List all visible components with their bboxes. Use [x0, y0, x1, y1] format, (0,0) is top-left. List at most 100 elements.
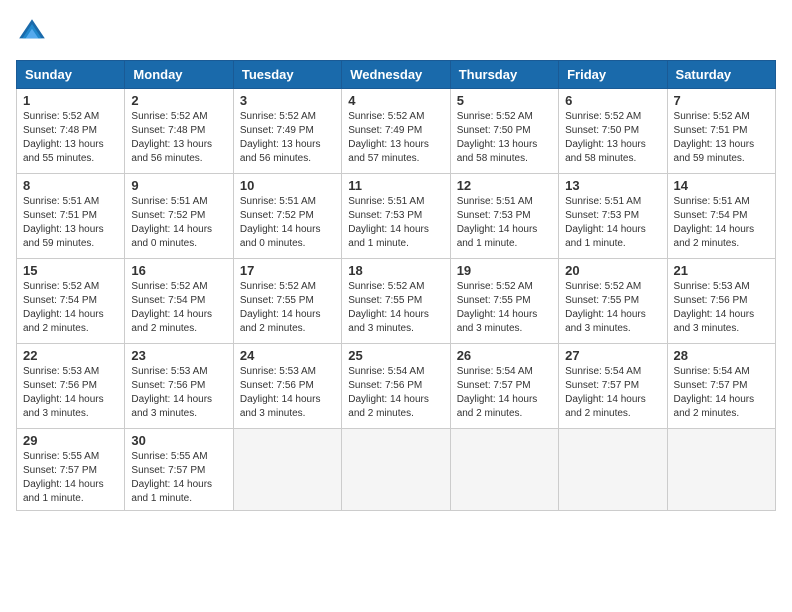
- week-row-1: 1Sunrise: 5:52 AMSunset: 7:48 PMDaylight…: [17, 89, 776, 174]
- cell-info: Sunrise: 5:54 AMSunset: 7:56 PMDaylight:…: [348, 366, 429, 419]
- cell-info: Sunrise: 5:51 AMSunset: 7:53 PMDaylight:…: [457, 196, 538, 249]
- cell-info: Sunrise: 5:51 AMSunset: 7:51 PMDaylight:…: [23, 196, 104, 249]
- cell-info: Sunrise: 5:52 AMSunset: 7:55 PMDaylight:…: [565, 281, 646, 334]
- calendar-cell: 12 Sunrise: 5:51 AMSunset: 7:53 PMDayligh…: [450, 174, 558, 259]
- day-number: 3: [240, 93, 335, 108]
- calendar-cell: 21 Sunrise: 5:53 AMSunset: 7:56 PMDayligh…: [667, 259, 775, 344]
- day-number: 25: [348, 348, 443, 363]
- day-number: 13: [565, 178, 660, 193]
- cell-info: Sunrise: 5:54 AMSunset: 7:57 PMDaylight:…: [457, 366, 538, 419]
- week-row-5: 29 Sunrise: 5:55 AMSunset: 7:57 PMDayligh…: [17, 429, 776, 511]
- day-number: 27: [565, 348, 660, 363]
- cell-info: Sunrise: 5:53 AMSunset: 7:56 PMDaylight:…: [131, 366, 212, 419]
- calendar-cell: 19 Sunrise: 5:52 AMSunset: 7:55 PMDayligh…: [450, 259, 558, 344]
- calendar-cell: 9 Sunrise: 5:51 AMSunset: 7:52 PMDaylight…: [125, 174, 233, 259]
- calendar-cell: [559, 429, 667, 511]
- col-monday: Monday: [125, 61, 233, 89]
- calendar-cell: [450, 429, 558, 511]
- week-row-2: 8 Sunrise: 5:51 AMSunset: 7:51 PMDaylight…: [17, 174, 776, 259]
- calendar-cell: 26 Sunrise: 5:54 AMSunset: 7:57 PMDayligh…: [450, 344, 558, 429]
- col-wednesday: Wednesday: [342, 61, 450, 89]
- cell-info: Sunrise: 5:52 AMSunset: 7:49 PMDaylight:…: [348, 111, 429, 164]
- logo-icon: [16, 16, 48, 48]
- calendar-cell: 14 Sunrise: 5:51 AMSunset: 7:54 PMDayligh…: [667, 174, 775, 259]
- cell-info: Sunrise: 5:51 AMSunset: 7:52 PMDaylight:…: [240, 196, 321, 249]
- header-row: Sunday Monday Tuesday Wednesday Thursday…: [17, 61, 776, 89]
- cell-info: Sunrise: 5:51 AMSunset: 7:53 PMDaylight:…: [565, 196, 646, 249]
- cell-info: Sunrise: 5:54 AMSunset: 7:57 PMDaylight:…: [674, 366, 755, 419]
- calendar-cell: 5 Sunrise: 5:52 AMSunset: 7:50 PMDaylight…: [450, 89, 558, 174]
- col-thursday: Thursday: [450, 61, 558, 89]
- calendar-cell: 16Sunrise: 5:52 AMSunset: 7:54 PMDayligh…: [125, 259, 233, 344]
- calendar-cell: 6 Sunrise: 5:52 AMSunset: 7:50 PMDaylight…: [559, 89, 667, 174]
- cell-info: Sunrise: 5:51 AMSunset: 7:53 PMDaylight:…: [348, 196, 429, 249]
- cell-info: Sunrise: 5:52 AMSunset: 7:50 PMDaylight:…: [457, 111, 538, 164]
- day-number: 12: [457, 178, 552, 193]
- day-number: 21: [674, 263, 769, 278]
- cell-info: Sunrise: 5:54 AMSunset: 7:57 PMDaylight:…: [565, 366, 646, 419]
- calendar-cell: 15Sunrise: 5:52 AMSunset: 7:54 PMDayligh…: [17, 259, 125, 344]
- day-number: 9: [131, 178, 226, 193]
- cell-info: Sunrise: 5:52 AMSunset: 7:51 PMDaylight:…: [674, 111, 755, 164]
- calendar-cell: 4 Sunrise: 5:52 AMSunset: 7:49 PMDaylight…: [342, 89, 450, 174]
- day-number: 5: [457, 93, 552, 108]
- cell-info: Sunrise: 5:52 AMSunset: 7:48 PMDaylight:…: [23, 111, 104, 164]
- cell-info: Sunrise: 5:52 AMSunset: 7:54 PMDaylight:…: [131, 281, 212, 334]
- day-number: 19: [457, 263, 552, 278]
- cell-info: Sunrise: 5:53 AMSunset: 7:56 PMDaylight:…: [674, 281, 755, 334]
- col-sunday: Sunday: [17, 61, 125, 89]
- day-number: 28: [674, 348, 769, 363]
- week-row-3: 15 Sunrise: 5:52 AMSunset: 7:54 PMDayligh…: [17, 259, 776, 344]
- cell-info: Sunrise: 5:51 AMSunset: 7:52 PMDaylight:…: [131, 196, 212, 249]
- cell-info: Sunrise: 5:53 AMSunset: 7:56 PMDaylight:…: [240, 366, 321, 419]
- cell-info: Sunrise: 5:52 AMSunset: 7:48 PMDaylight:…: [131, 111, 212, 164]
- calendar-cell: 13 Sunrise: 5:51 AMSunset: 7:53 PMDayligh…: [559, 174, 667, 259]
- col-saturday: Saturday: [667, 61, 775, 89]
- day-number: 6: [565, 93, 660, 108]
- day-number: 22: [23, 348, 118, 363]
- calendar-cell: 3 Sunrise: 5:52 AMSunset: 7:49 PMDaylight…: [233, 89, 341, 174]
- col-tuesday: Tuesday: [233, 61, 341, 89]
- day-number: 20: [565, 263, 660, 278]
- day-number: 23: [131, 348, 226, 363]
- calendar-cell: 23 Sunrise: 5:53 AMSunset: 7:56 PMDayligh…: [125, 344, 233, 429]
- calendar-cell: 18Sunrise: 5:52 AMSunset: 7:55 PMDayligh…: [342, 259, 450, 344]
- cell-info: Sunrise: 5:52 AMSunset: 7:49 PMDaylight:…: [240, 111, 321, 164]
- day-number: 30: [131, 433, 226, 448]
- calendar-cell: 25 Sunrise: 5:54 AMSunset: 7:56 PMDayligh…: [342, 344, 450, 429]
- calendar-cell: 17 Sunrise: 5:52 AMSunset: 7:55 PMDayligh…: [233, 259, 341, 344]
- day-number: 14: [674, 178, 769, 193]
- day-number: 4: [348, 93, 443, 108]
- calendar-cell: 11 Sunrise: 5:51 AMSunset: 7:53 PMDayligh…: [342, 174, 450, 259]
- calendar-cell: 24Sunrise: 5:53 AMSunset: 7:56 PMDayligh…: [233, 344, 341, 429]
- calendar-cell: 27 Sunrise: 5:54 AMSunset: 7:57 PMDayligh…: [559, 344, 667, 429]
- calendar-cell: 30 Sunrise: 5:55 AMSunset: 7:57 PMDayligh…: [125, 429, 233, 511]
- day-number: 11: [348, 178, 443, 193]
- day-number: 10: [240, 178, 335, 193]
- day-number: 26: [457, 348, 552, 363]
- calendar-cell: 20 Sunrise: 5:52 AMSunset: 7:55 PMDayligh…: [559, 259, 667, 344]
- cell-info: Sunrise: 5:52 AMSunset: 7:55 PMDaylight:…: [240, 281, 321, 334]
- day-number: 17: [240, 263, 335, 278]
- cell-info: Sunrise: 5:51 AMSunset: 7:54 PMDaylight:…: [674, 196, 755, 249]
- logo: [16, 16, 52, 48]
- calendar-cell: 2 Sunrise: 5:52 AMSunset: 7:48 PMDaylight…: [125, 89, 233, 174]
- week-row-4: 22 Sunrise: 5:53 AMSunset: 7:56 PMDayligh…: [17, 344, 776, 429]
- cell-info: Sunrise: 5:52 AMSunset: 7:55 PMDaylight:…: [457, 281, 538, 334]
- calendar-cell: 22Sunrise: 5:53 AMSunset: 7:56 PMDayligh…: [17, 344, 125, 429]
- cell-info: Sunrise: 5:52 AMSunset: 7:55 PMDaylight:…: [348, 281, 429, 334]
- calendar-cell: 7 Sunrise: 5:52 AMSunset: 7:51 PMDaylight…: [667, 89, 775, 174]
- day-number: 15: [23, 263, 118, 278]
- calendar-cell: [342, 429, 450, 511]
- day-number: 2: [131, 93, 226, 108]
- calendar-cell: [667, 429, 775, 511]
- day-number: 29: [23, 433, 118, 448]
- day-number: 8: [23, 178, 118, 193]
- calendar-cell: 28 Sunrise: 5:54 AMSunset: 7:57 PMDayligh…: [667, 344, 775, 429]
- calendar-cell: 1Sunrise: 5:52 AMSunset: 7:48 PMDaylight…: [17, 89, 125, 174]
- page-header: [16, 16, 776, 48]
- cell-info: Sunrise: 5:52 AMSunset: 7:50 PMDaylight:…: [565, 111, 646, 164]
- calendar-cell: [233, 429, 341, 511]
- day-number: 7: [674, 93, 769, 108]
- cell-info: Sunrise: 5:55 AMSunset: 7:57 PMDaylight:…: [131, 451, 212, 504]
